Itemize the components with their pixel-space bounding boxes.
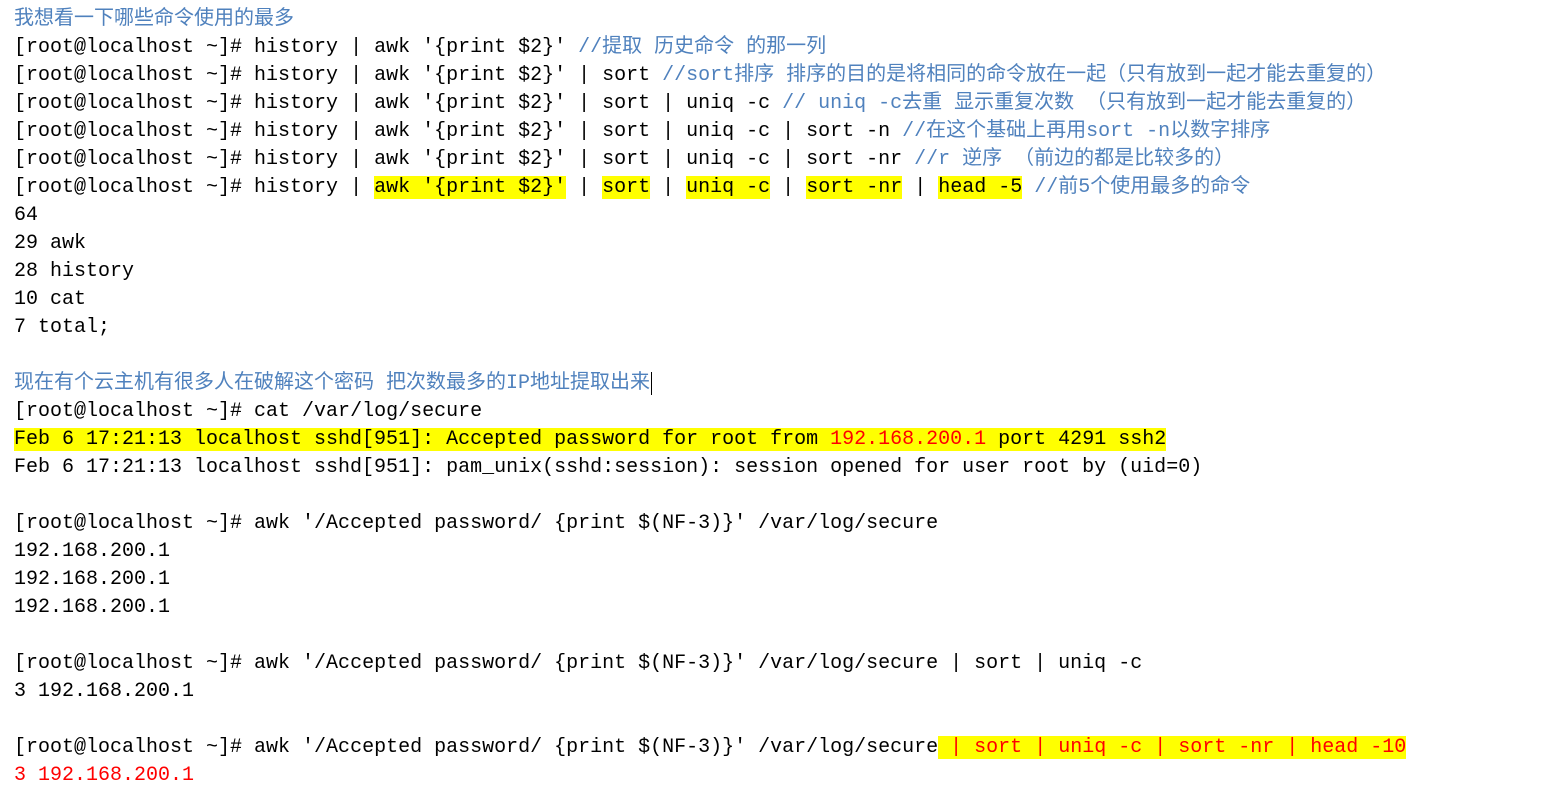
prompt: [root@localhost ~]#	[14, 92, 254, 115]
blank-line	[14, 706, 26, 726]
log-text-b: port 4291 ssh2	[986, 428, 1166, 451]
cmd-line-cat: [root@localhost ~]# cat /var/log/secure	[14, 398, 1529, 426]
output-final: 3 192.168.200.1	[14, 762, 1529, 790]
prompt: [root@localhost ~]#	[14, 36, 254, 59]
comment: // uniq -c去重 显示重复次数 （只有放到一起才能去重复的）	[782, 92, 1366, 115]
output-row: 28 history	[14, 258, 1529, 286]
gap	[566, 36, 578, 59]
output-ip: 192.168.200.1	[14, 594, 1529, 622]
heading-2: 现在有个云主机有很多人在破解这个密码 把次数最多的IP地址提取出来	[14, 370, 1529, 398]
gap	[890, 120, 902, 143]
cmd: awk '/Accepted password/ {print $(NF-3)}…	[254, 736, 938, 759]
comment: //前5个使用最多的命令	[1034, 176, 1250, 199]
log-line-1: Feb 6 17:21:13 localhost sshd[951]: Acce…	[14, 426, 1529, 454]
cmd-line-5: [root@localhost ~]# history | awk '{prin…	[14, 146, 1529, 174]
cmd-line-awk1: [root@localhost ~]# awk '/Accepted passw…	[14, 510, 1529, 538]
output-row: 10 cat	[14, 286, 1529, 314]
prompt: [root@localhost ~]#	[14, 64, 254, 87]
cmd: awk '/Accepted password/ {print $(NF-3)}…	[254, 512, 938, 535]
cmd: history | awk '{print $2}' | sort	[254, 64, 650, 87]
pipe: |	[902, 176, 938, 199]
pipe: |	[566, 176, 602, 199]
blank-line	[14, 342, 26, 362]
cmd-line-2: [root@localhost ~]# history | awk '{prin…	[14, 62, 1529, 90]
gap	[650, 64, 662, 87]
comment: //提取 历史命令 的那一列	[578, 36, 826, 59]
gap	[902, 148, 914, 171]
log-ip: 192.168.200.1	[830, 428, 986, 451]
hl-awk: awk '{print $2}'	[374, 176, 566, 199]
hl-sort-nr: sort -nr	[806, 176, 902, 199]
output-row: 64	[14, 202, 1529, 230]
hl-pipeline: | sort | uniq -c | sort -nr | head -10	[938, 736, 1406, 759]
prompt: [root@localhost ~]#	[14, 652, 254, 675]
comment: //在这个基础上再用sort -n以数字排序	[902, 120, 1270, 143]
cmd-line-4: [root@localhost ~]# history | awk '{prin…	[14, 118, 1529, 146]
comment: //r 逆序 （前边的都是比较多的）	[914, 148, 1234, 171]
cmd-line-3: [root@localhost ~]# history | awk '{prin…	[14, 90, 1529, 118]
heading-2-text: 现在有个云主机有很多人在破解这个密码 把次数最多的IP地址提取出来	[14, 372, 650, 395]
gap	[1022, 176, 1034, 199]
log-text-a: Feb 6 17:21:13 localhost sshd[951]: Acce…	[14, 428, 830, 451]
heading-1: 我想看一下哪些命令使用的最多	[14, 6, 1529, 34]
hl-head: head -5	[938, 176, 1022, 199]
cmd-line-1: [root@localhost ~]# history | awk '{prin…	[14, 34, 1529, 62]
cmd-line-awk3: [root@localhost ~]# awk '/Accepted passw…	[14, 734, 1529, 762]
blank-line	[14, 622, 26, 642]
final-red: 3 192.168.200.1	[14, 764, 194, 787]
cmd-prefix: history |	[254, 176, 374, 199]
blank-line	[14, 482, 26, 502]
log-line-2: Feb 6 17:21:13 localhost sshd[951]: pam_…	[14, 454, 1529, 482]
hl-sort: sort	[602, 176, 650, 199]
log-accepted: Feb 6 17:21:13 localhost sshd[951]: Acce…	[14, 428, 1166, 451]
text-cursor	[650, 372, 652, 395]
gap	[770, 92, 782, 115]
pipe: |	[650, 176, 686, 199]
pipe: |	[770, 176, 806, 199]
cmd: history | awk '{print $2}' | sort | uniq…	[254, 92, 770, 115]
cmd-line-6: [root@localhost ~]# history | awk '{prin…	[14, 174, 1529, 202]
output-row: 29 awk	[14, 230, 1529, 258]
prompt: [root@localhost ~]#	[14, 176, 254, 199]
cmd: history | awk '{print $2}' | sort | uniq…	[254, 148, 902, 171]
prompt: [root@localhost ~]#	[14, 736, 254, 759]
comment: //sort排序 排序的目的是将相同的命令放在一起（只有放到一起才能去重复的）	[662, 64, 1386, 87]
output-row: 7 total;	[14, 314, 1529, 342]
cmd: history | awk '{print $2}'	[254, 36, 566, 59]
prompt: [root@localhost ~]#	[14, 512, 254, 535]
output-ip: 192.168.200.1	[14, 538, 1529, 566]
prompt: [root@localhost ~]#	[14, 400, 254, 423]
output-uniq: 3 192.168.200.1	[14, 678, 1529, 706]
prompt: [root@localhost ~]#	[14, 148, 254, 171]
cmd-line-awk2: [root@localhost ~]# awk '/Accepted passw…	[14, 650, 1529, 678]
hl-uniq: uniq -c	[686, 176, 770, 199]
cmd: awk '/Accepted password/ {print $(NF-3)}…	[254, 652, 1142, 675]
cmd: cat /var/log/secure	[254, 400, 482, 423]
cmd: history | awk '{print $2}' | sort | uniq…	[254, 120, 890, 143]
prompt: [root@localhost ~]#	[14, 120, 254, 143]
output-ip: 192.168.200.1	[14, 566, 1529, 594]
